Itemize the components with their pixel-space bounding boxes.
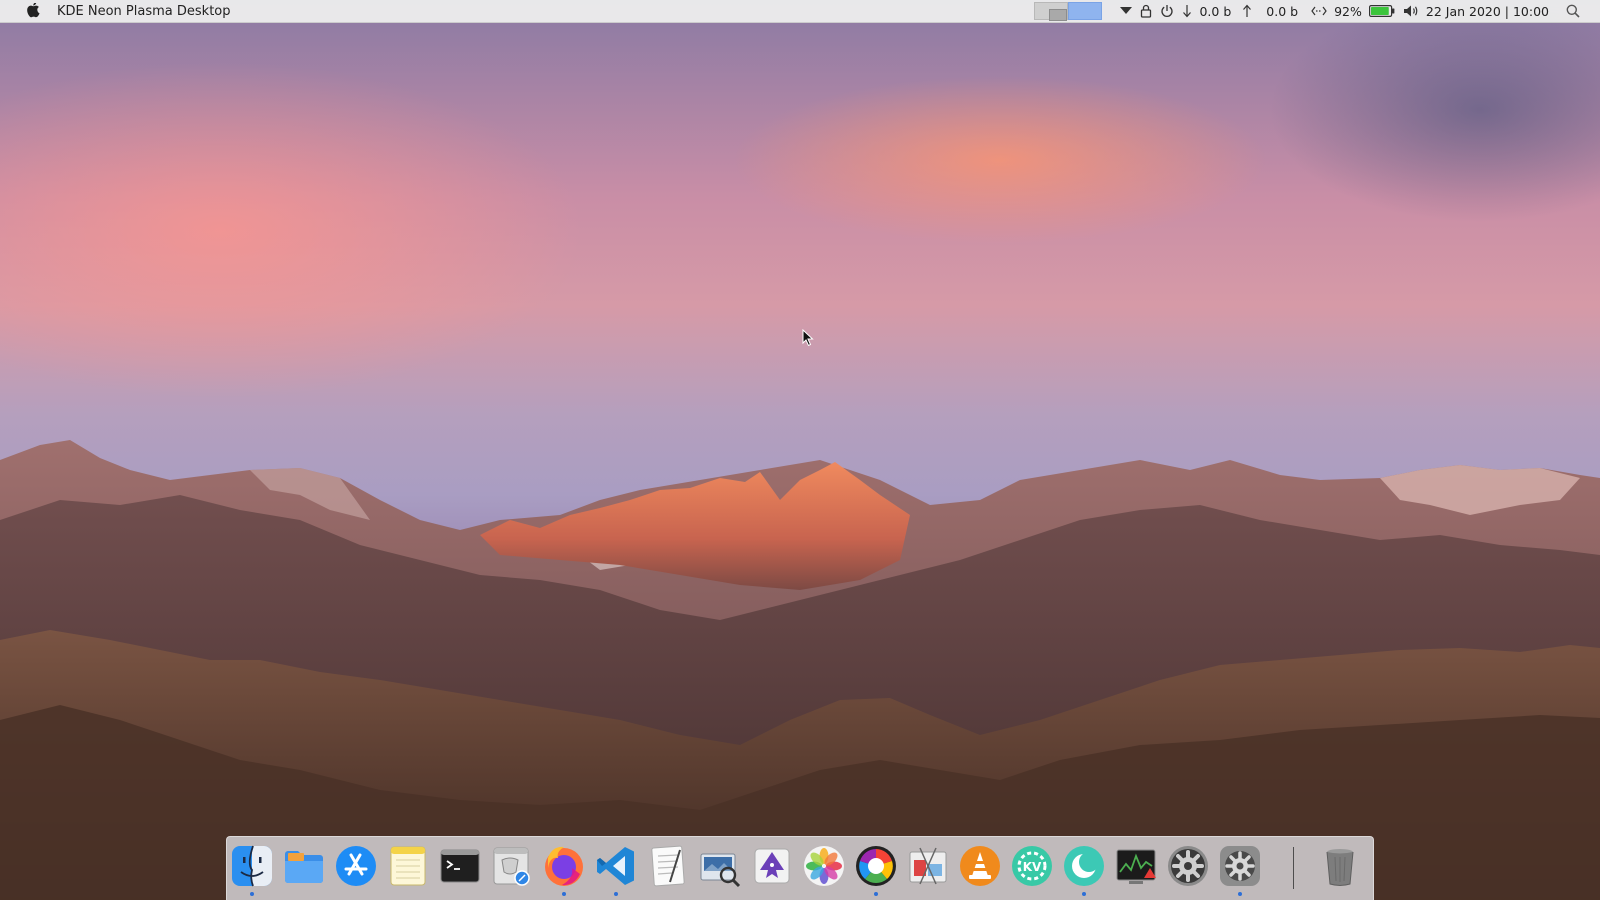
dock-item-color-picker[interactable] [853,843,899,896]
dock-item-vlc[interactable] [957,843,1003,889]
finder-icon [232,845,272,887]
battery-percent: 92% [1334,3,1362,19]
battery-fill [1370,7,1389,15]
system-preferences-icon [1220,846,1260,886]
volume-icon[interactable] [1403,2,1419,20]
dock-item-screenshot-tool[interactable] [905,843,951,889]
firefox-icon [545,846,583,886]
running-indicator [562,892,566,896]
running-indicator [1082,892,1086,896]
preview-icon [493,847,530,886]
virtual-desktop-pager[interactable] [1034,2,1103,21]
dock-item-notes[interactable] [385,843,431,889]
folder-icon [285,851,323,883]
running-indicator [614,892,618,896]
net-download-speed: 0.0 b [1199,3,1232,19]
active-app-title[interactable]: KDE Neon Plasma Desktop [57,4,231,19]
system-monitor-icon [1116,849,1156,884]
running-indicator [250,892,254,896]
net-upload-speed: 0.0 b [1266,3,1299,19]
lock-icon[interactable] [1140,2,1152,20]
color-wheel-icon [856,846,896,886]
notes-icon [390,846,426,886]
dock-item-system-preferences[interactable] [1217,843,1263,896]
dock-item-firefox[interactable] [541,843,587,896]
svg-text:KV: KV [1023,860,1042,874]
dock: KV [226,836,1374,900]
dock-item-app-store[interactable] [333,843,379,889]
dock-item-finder[interactable] [229,843,275,896]
apple-icon[interactable] [26,3,42,19]
text-editor-icon [651,845,685,887]
download-arrow-icon [1182,2,1192,20]
dock-item-image-viewer[interactable] [697,843,743,889]
mouse-cursor [802,328,814,351]
photos-icon [804,846,844,886]
gear-icon [1168,846,1208,886]
dock-item-trash[interactable] [1317,843,1363,889]
search-icon[interactable] [1566,2,1580,20]
running-indicator [1238,892,1242,896]
dock-item-photos[interactable] [801,843,847,889]
app-store-icon [336,846,376,886]
dock-item-kvantum[interactable]: KV [1009,843,1055,889]
power-icon[interactable] [1160,2,1174,20]
dropdown-arrow-icon[interactable] [1120,2,1133,20]
running-indicator [874,892,878,896]
network-icon[interactable] [1311,2,1327,20]
dock-separator [1293,847,1294,889]
top-panel: KDE Neon Plasma Desktop 0.0 b 0.0 b 92% [0,0,1600,23]
vscode-icon [597,847,634,885]
desktop-wallpaper [0,0,1600,900]
kvantum-icon: KV [1012,846,1052,886]
trash-icon [1326,849,1354,886]
date-time-clock[interactable]: 22 Jan 2020 | 10:00 [1426,4,1549,19]
dock-item-terminal[interactable] [437,843,483,889]
screenshot-icon [909,847,947,885]
system-tray: 0.0 b 0.0 b 92% 22 Jan 2020 | 10:00 [1034,0,1584,22]
dock-item-inkscape[interactable] [749,843,795,889]
vlc-icon [960,846,1000,886]
dock-item-night-mode[interactable] [1061,843,1107,896]
dock-item-text-editor[interactable] [645,843,691,889]
image-viewer-icon [700,853,741,888]
dock-item-vscode[interactable] [593,843,639,896]
pager-desktop-2[interactable] [1068,2,1103,20]
dock-item-file-manager[interactable] [281,843,327,889]
night-mode-icon [1064,846,1104,886]
dock-item-system-monitor[interactable] [1113,843,1159,889]
pager-window-thumb [1049,9,1068,21]
battery-icon[interactable] [1368,2,1395,20]
upload-arrow-icon [1242,2,1252,20]
dock-item-preview[interactable] [489,843,535,889]
dock-item-settings[interactable] [1165,843,1211,889]
terminal-icon [440,849,480,883]
pager-desktop-1[interactable] [1034,2,1069,21]
wallpaper-mountains [0,440,1600,900]
inkscape-icon [754,848,790,884]
